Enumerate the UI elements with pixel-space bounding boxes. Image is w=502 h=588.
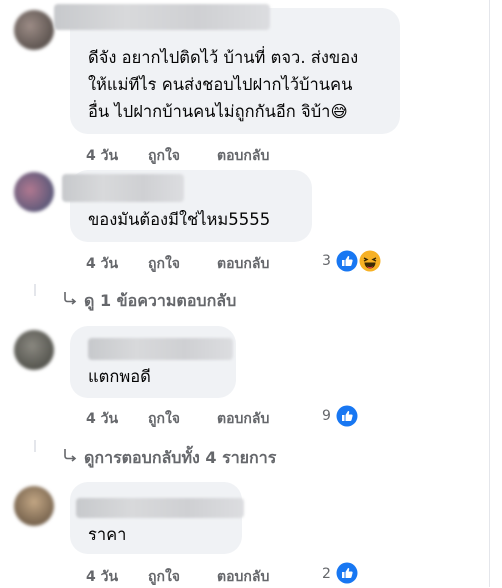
comment-text: แตกพอดี: [88, 367, 151, 386]
thumbs-up-icon[interactable]: [336, 405, 358, 427]
comment-timestamp[interactable]: 4 วัน: [86, 566, 118, 588]
comment-timestamp[interactable]: 4 วัน: [86, 145, 118, 167]
reply-button[interactable]: ตอบกลับ: [217, 408, 269, 430]
thread-line: [34, 440, 36, 452]
thumbs-up-icon[interactable]: [336, 562, 358, 584]
avatar[interactable]: [14, 172, 54, 212]
commenter-name[interactable]: [76, 498, 244, 518]
thread-line: [34, 284, 36, 296]
view-replies-link[interactable]: ดูการตอบกลับทั้ง 4 รายการ: [84, 446, 276, 471]
avatar[interactable]: [14, 10, 54, 50]
scrollbar-track[interactable]: [489, 0, 502, 587]
comment-bubble: ดีจัง อยากไปติดไว้ บ้านที่ ตจว. ส่งของ ใ…: [54, 4, 400, 134]
commenter-name[interactable]: [54, 4, 270, 30]
reaction-count[interactable]: 2: [322, 566, 331, 582]
reply-arrow-icon: [64, 292, 77, 305]
comment-text: ดีจัง อยากไปติดไว้ บ้านที่ ตจว. ส่งของ: [88, 48, 359, 67]
comment-timestamp[interactable]: 4 วัน: [86, 408, 118, 430]
reply-button[interactable]: ตอบกลับ: [217, 145, 269, 167]
sweat-smile-emoji: 😅: [330, 102, 348, 121]
avatar[interactable]: [14, 330, 54, 370]
comment-timestamp[interactable]: 4 วัน: [86, 253, 118, 275]
comment-text: ให้แม่ทีไร คนส่งชอบไปฝากไว้บ้านคน: [88, 75, 353, 94]
reaction-count[interactable]: 9: [322, 408, 331, 424]
comment-bubble: ของมันต้องมีใช่ไหม5555: [62, 170, 312, 242]
laughing-emoji-icon[interactable]: [359, 250, 381, 272]
reply-button[interactable]: ตอบกลับ: [217, 566, 269, 588]
comment-bubble: ราคา: [70, 482, 244, 554]
like-button[interactable]: ถูกใจ: [148, 408, 180, 430]
thumbs-up-icon[interactable]: [336, 250, 358, 272]
like-button[interactable]: ถูกใจ: [148, 253, 180, 275]
like-button[interactable]: ถูกใจ: [148, 566, 180, 588]
like-button[interactable]: ถูกใจ: [148, 145, 180, 167]
comment-text: ของมันต้องมีใช่ไหม5555: [88, 210, 271, 229]
reply-arrow-icon: [64, 449, 77, 462]
reaction-count[interactable]: 3: [322, 253, 331, 269]
reply-button[interactable]: ตอบกลับ: [217, 253, 269, 275]
avatar[interactable]: [14, 486, 54, 526]
comment-text: อื่น ไปฝากบ้านคนไม่ถูกกันอีก จิบ้า😅: [88, 102, 348, 121]
view-replies-link[interactable]: ดู 1 ข้อความตอบกลับ: [84, 289, 236, 314]
commenter-name[interactable]: [88, 338, 233, 360]
comment-text: ราคา: [88, 525, 127, 544]
commenter-name[interactable]: [62, 174, 184, 202]
comment-bubble: แตกพอดี: [70, 326, 236, 398]
